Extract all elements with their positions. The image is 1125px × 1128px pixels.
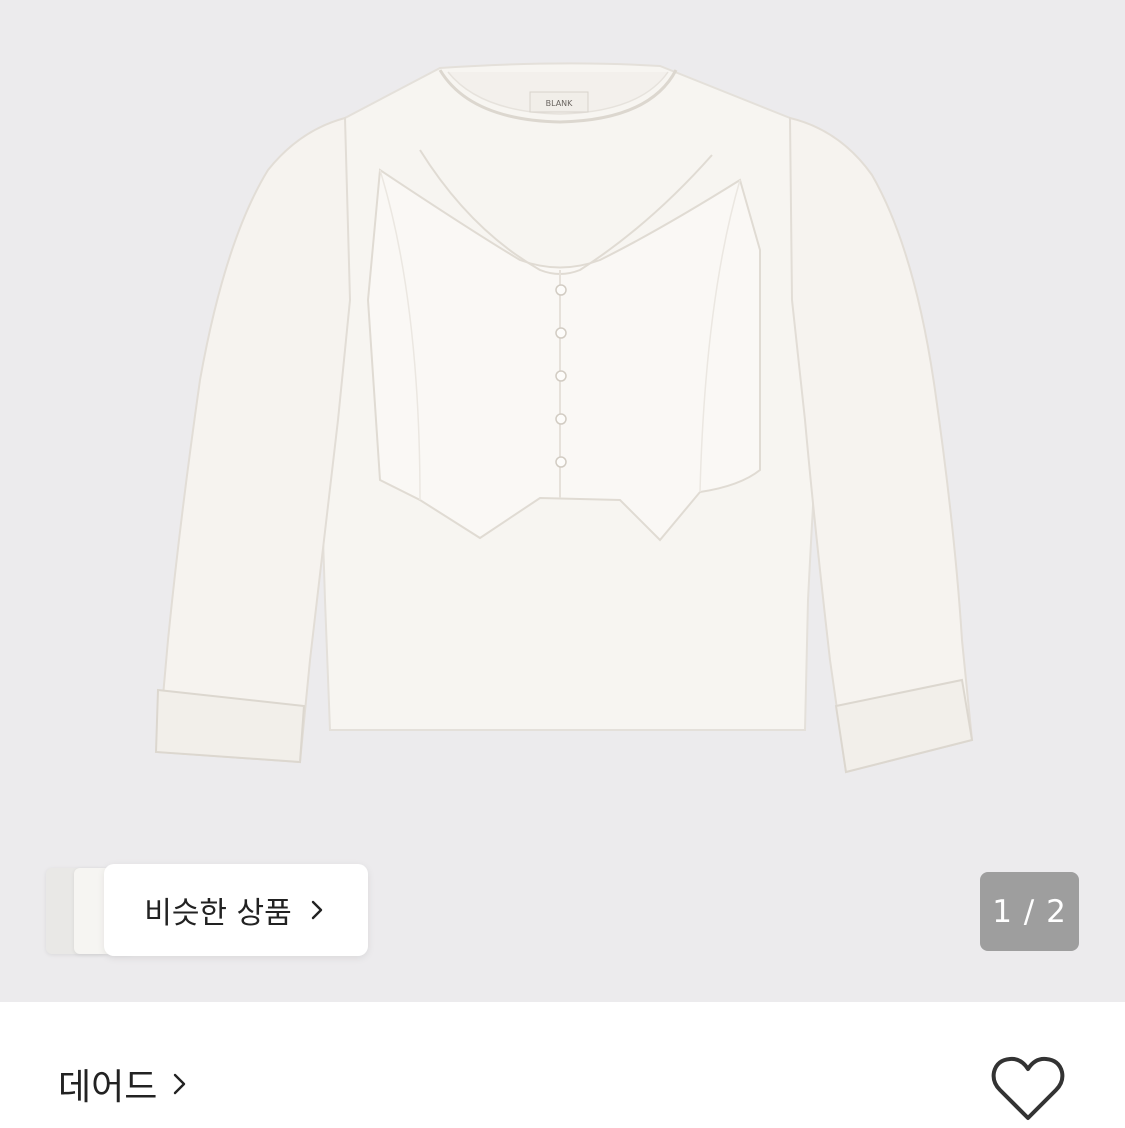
- wishlist-button[interactable]: [990, 1054, 1066, 1124]
- similar-products-label: 비슷한 상품: [144, 896, 292, 931]
- product-image: BLANK: [154, 62, 974, 774]
- page-indicator: 1 / 2: [980, 872, 1079, 951]
- similar-products-widget[interactable]: 비슷한 상품: [46, 864, 376, 958]
- heart-outline-icon: [991, 1056, 1065, 1120]
- garment-label-text: BLANK: [546, 99, 574, 108]
- product-image-gallery[interactable]: BLANK 비슷한 상품 1 / 2: [0, 0, 1125, 1002]
- brand-name: 데어드: [58, 1067, 158, 1108]
- brand-link[interactable]: 데어드: [58, 1058, 189, 1110]
- chevron-right-icon: [174, 1073, 186, 1095]
- similar-products-button[interactable]: 비슷한 상품: [104, 864, 368, 956]
- chevron-right-icon: [311, 900, 322, 920]
